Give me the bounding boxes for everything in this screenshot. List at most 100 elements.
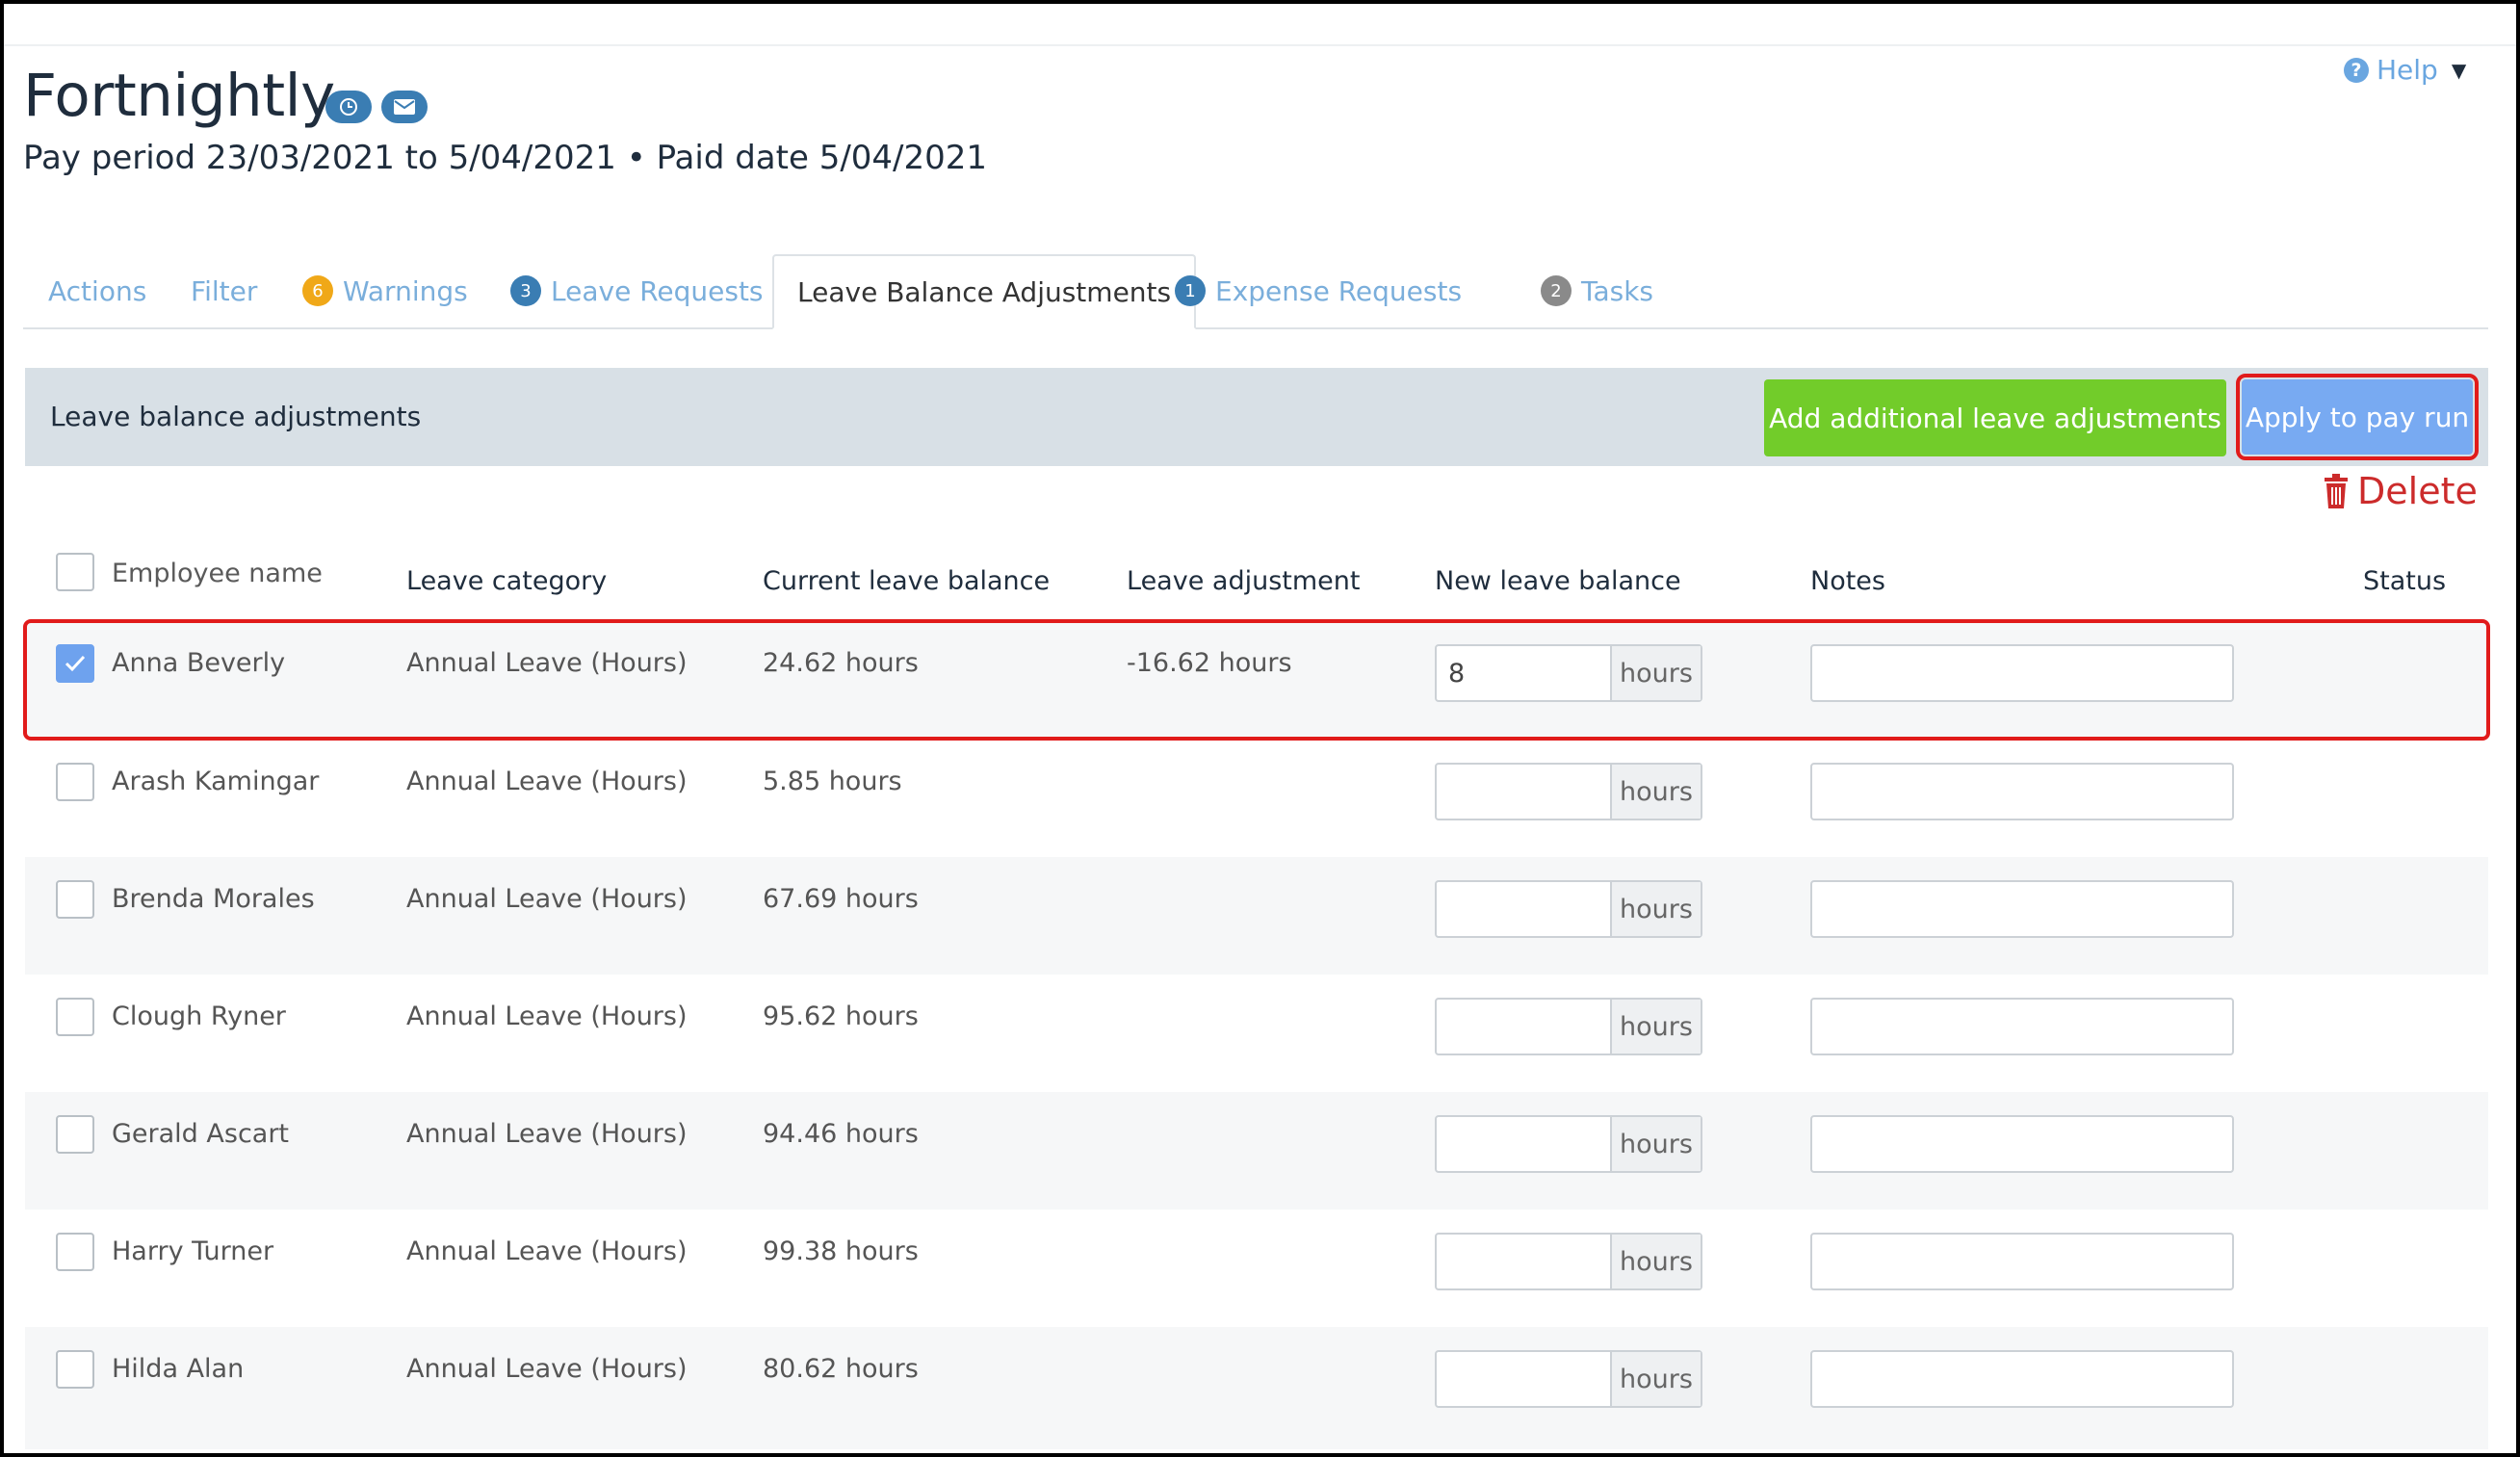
row-checkbox[interactable] [56, 1350, 94, 1389]
new-leave-balance-value[interactable] [1437, 1000, 1610, 1054]
leave-category: Annual Leave (Hours) [406, 767, 688, 796]
tab-expense-requests[interactable]: 1 Expense Requests [1175, 254, 1462, 327]
leave-adjustment: -16.62 hours [1127, 648, 1292, 678]
help-icon: ? [2344, 57, 2369, 83]
hours-unit: hours [1610, 1352, 1701, 1406]
current-leave-balance: 67.69 hours [763, 884, 919, 914]
row-checkbox[interactable] [56, 763, 94, 801]
col-current-leave-balance: Current leave balance [763, 566, 1051, 596]
current-leave-balance: 95.62 hours [763, 1002, 919, 1031]
tab-bar: Actions Filter 6 Warnings 3 Leave Reques… [23, 254, 2488, 329]
new-leave-balance-value[interactable] [1437, 1352, 1610, 1406]
table-row: Clough Ryner Annual Leave (Hours) 95.62 … [25, 975, 2488, 1092]
col-employee-name[interactable]: Employee name [112, 559, 323, 588]
new-leave-balance-input[interactable]: hours [1435, 1233, 1702, 1290]
pay-period-subtitle: Pay period 23/03/2021 to 5/04/2021 • Pai… [23, 139, 988, 177]
add-leave-adjustments-button[interactable]: Add additional leave adjustments [1764, 379, 2226, 456]
hours-unit: hours [1610, 646, 1701, 700]
new-leave-balance-value[interactable] [1437, 1235, 1610, 1288]
table-row: Brenda Morales Annual Leave (Hours) 67.6… [25, 857, 2488, 975]
row-checkbox[interactable] [56, 1115, 94, 1154]
delete-label: Delete [2357, 470, 2478, 512]
employee-name[interactable]: Gerald Ascart [112, 1119, 289, 1149]
employee-name[interactable]: Harry Turner [112, 1236, 273, 1266]
top-divider [4, 44, 2516, 46]
leave-requests-count-badge: 3 [510, 275, 541, 306]
page-title: Fortnightly [23, 62, 335, 130]
new-leave-balance-value[interactable] [1437, 882, 1610, 936]
notes-input[interactable] [1810, 644, 2234, 702]
checkmark-icon [65, 655, 86, 672]
tab-tasks[interactable]: 2 Tasks [1541, 254, 1653, 327]
caret-down-icon: ▼ [2451, 58, 2467, 82]
tab-actions[interactable]: Actions [48, 254, 146, 327]
new-leave-balance-input[interactable]: hours [1435, 1350, 1702, 1408]
col-leave-category: Leave category [406, 566, 608, 596]
tab-leave-requests[interactable]: 3 Leave Requests [510, 254, 764, 327]
new-leave-balance-input[interactable]: hours [1435, 880, 1702, 938]
col-status: Status [2363, 566, 2447, 596]
leave-category: Annual Leave (Hours) [406, 1354, 688, 1384]
col-leave-adjustment: Leave adjustment [1127, 566, 1361, 596]
app-window: Fortnightly Pay period 23/03/2021 to 5/0… [0, 0, 2520, 1457]
notes-input[interactable] [1810, 998, 2234, 1055]
leave-category: Annual Leave (Hours) [406, 1236, 688, 1266]
table-row: Harry Turner Annual Leave (Hours) 99.38 … [25, 1210, 2488, 1327]
employee-name[interactable]: Clough Ryner [112, 1002, 286, 1031]
row-checkbox[interactable] [56, 644, 94, 683]
warnings-count-badge: 6 [302, 275, 333, 306]
notes-input[interactable] [1810, 1233, 2234, 1290]
expense-requests-count-badge: 1 [1175, 275, 1206, 306]
hours-unit: hours [1610, 1000, 1701, 1054]
new-leave-balance-input[interactable]: hours [1435, 998, 1702, 1055]
delete-button[interactable]: Delete [2323, 470, 2478, 512]
tab-leave-balance-adjustments[interactable]: Leave Balance Adjustments [772, 254, 1197, 329]
tasks-count-badge: 2 [1541, 275, 1572, 306]
new-leave-balance-input[interactable]: hours [1435, 1115, 1702, 1173]
employee-name[interactable]: Brenda Morales [112, 884, 315, 914]
current-leave-balance: 24.62 hours [763, 648, 919, 678]
col-notes: Notes [1810, 566, 1885, 596]
table-row: Arash Kamingar Annual Leave (Hours) 5.85… [25, 740, 2488, 857]
table-row: Gerald Ascart Annual Leave (Hours) 94.46… [25, 1092, 2488, 1210]
panel-header: Leave balance adjustments Add additional… [25, 368, 2488, 466]
clock-icon[interactable] [325, 91, 372, 123]
tab-filter[interactable]: Filter [191, 254, 257, 327]
employee-name[interactable]: Arash Kamingar [112, 767, 319, 796]
leave-category: Annual Leave (Hours) [406, 648, 688, 678]
apply-to-pay-run-button[interactable]: Apply to pay run [2236, 374, 2479, 460]
notes-input[interactable] [1810, 763, 2234, 820]
new-leave-balance-value[interactable] [1437, 1117, 1610, 1171]
leave-category: Annual Leave (Hours) [406, 1002, 688, 1031]
table-row: Anna Beverly Annual Leave (Hours) 24.62 … [23, 619, 2490, 741]
row-checkbox[interactable] [56, 998, 94, 1036]
current-leave-balance: 5.85 hours [763, 767, 902, 796]
leave-category: Annual Leave (Hours) [406, 884, 688, 914]
leave-category: Annual Leave (Hours) [406, 1119, 688, 1149]
notes-input[interactable] [1810, 1350, 2234, 1408]
panel-title: Leave balance adjustments [50, 401, 422, 432]
tab-warnings[interactable]: 6 Warnings [302, 254, 468, 327]
col-new-leave-balance: New leave balance [1435, 566, 1681, 596]
current-leave-balance: 80.62 hours [763, 1354, 919, 1384]
help-label: Help [2377, 54, 2438, 86]
row-checkbox[interactable] [56, 1233, 94, 1271]
hours-unit: hours [1610, 765, 1701, 819]
hours-unit: hours [1610, 1117, 1701, 1171]
employee-name[interactable]: Anna Beverly [112, 648, 285, 678]
help-menu[interactable]: ? Help ▼ [2344, 54, 2466, 86]
table-row: Hilda Alan Annual Leave (Hours) 80.62 ho… [25, 1327, 2488, 1449]
notes-input[interactable] [1810, 880, 2234, 938]
new-leave-balance-value[interactable]: 8 [1437, 646, 1610, 700]
new-leave-balance-input[interactable]: 8 hours [1435, 644, 1702, 702]
new-leave-balance-input[interactable]: hours [1435, 763, 1702, 820]
current-leave-balance: 99.38 hours [763, 1236, 919, 1266]
row-checkbox[interactable] [56, 880, 94, 919]
email-icon[interactable] [381, 91, 428, 123]
trash-icon [2325, 474, 2348, 508]
hours-unit: hours [1610, 882, 1701, 936]
employee-name[interactable]: Hilda Alan [112, 1354, 244, 1384]
notes-input[interactable] [1810, 1115, 2234, 1173]
select-all-checkbox[interactable] [56, 553, 94, 591]
new-leave-balance-value[interactable] [1437, 765, 1610, 819]
